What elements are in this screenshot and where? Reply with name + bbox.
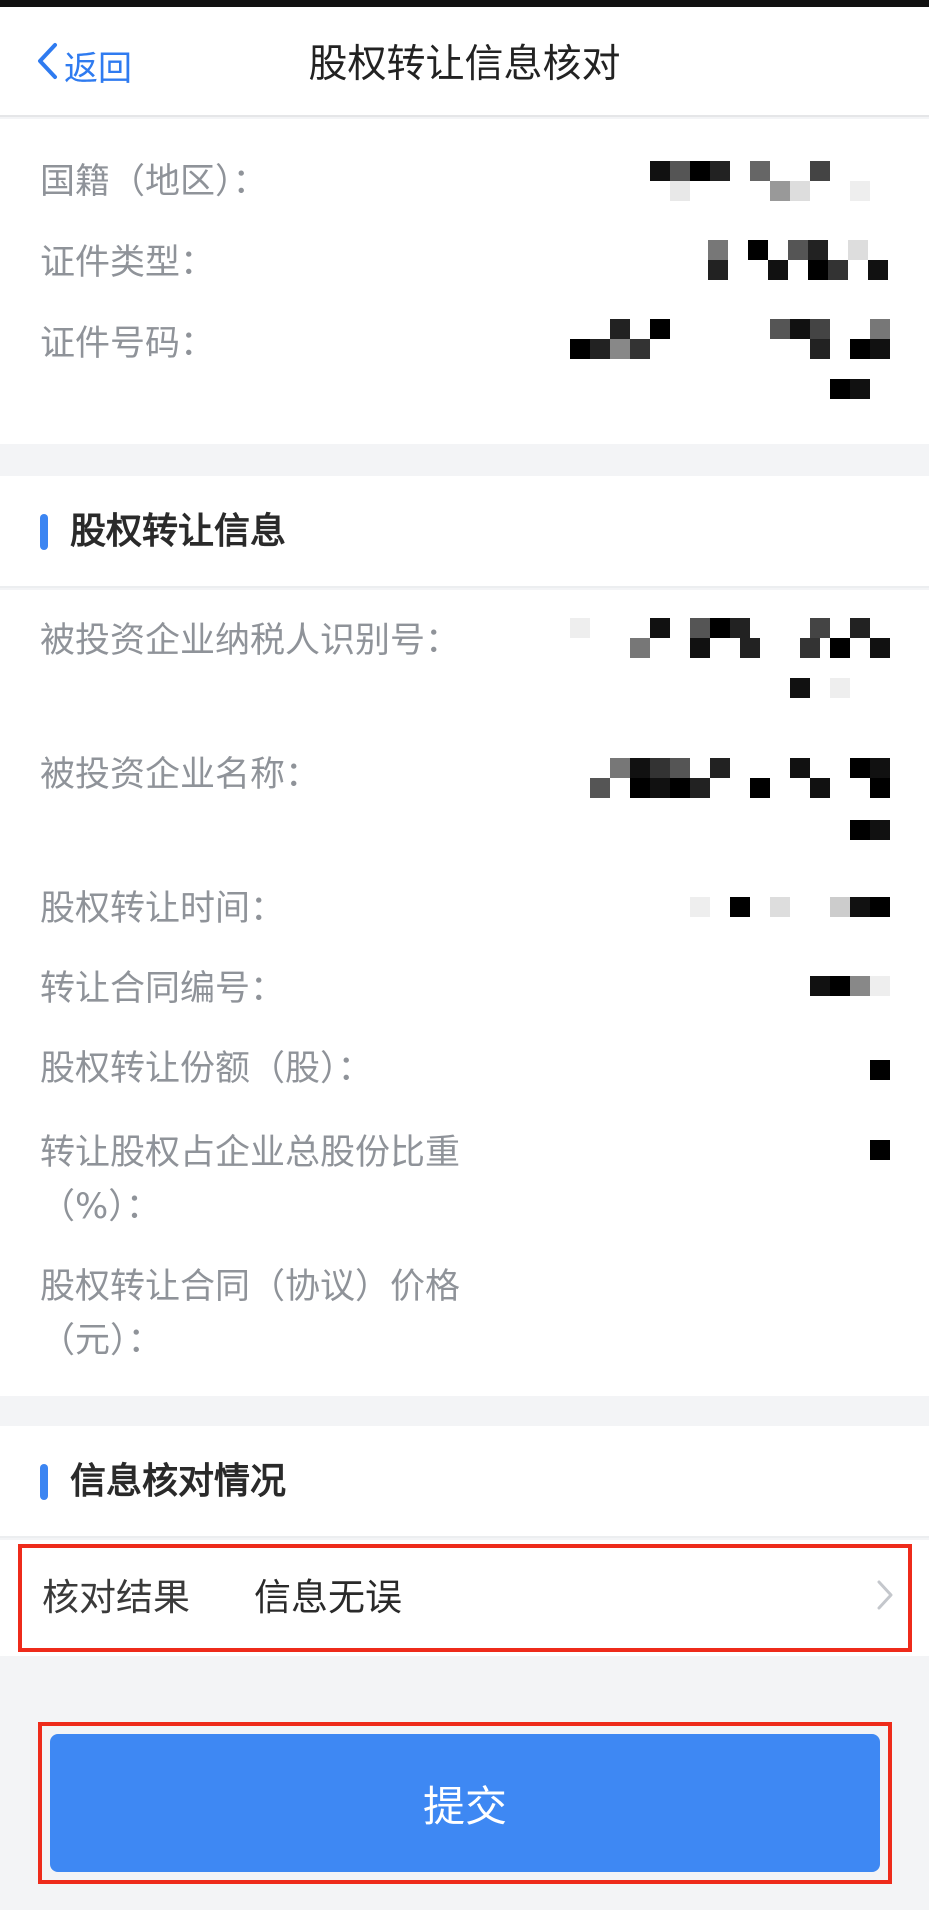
section-accent-bar	[40, 1464, 48, 1500]
personal-info-card: 国籍（地区）： 证件类型： 证件号码：	[0, 119, 929, 444]
transfer-info-card: 被投资企业纳税人识别号： 被投资企业名称： 股权转让时间： 转让合同编号： 股权…	[0, 590, 929, 1396]
contract-number-value-redacted	[810, 976, 890, 998]
submit-button-highlight: 提交	[38, 1722, 892, 1884]
status-strip	[0, 0, 929, 7]
field-label-company-name: 被投资企业名称：	[40, 755, 321, 795]
field-label-share-ratio-line2: （%）：	[40, 1187, 161, 1227]
section-header-transfer: 股权转让信息	[0, 476, 929, 588]
field-label-taxpayer-id: 被投资企业纳税人识别号：	[40, 621, 461, 661]
section-header-verification: 信息核对情况	[0, 1426, 929, 1538]
result-label: 核对结果	[42, 1576, 190, 1619]
field-label-contract-number: 转让合同编号：	[40, 969, 286, 1009]
company-name-value-redacted	[590, 758, 890, 840]
field-label-contract-price-line1: 股权转让合同（协议）价格	[40, 1267, 461, 1307]
section-title: 信息核对情况	[70, 1461, 287, 1502]
share-amount-value-redacted	[870, 1060, 890, 1080]
field-label-contract-price-line2: （元）：	[40, 1321, 163, 1361]
field-label-transfer-time: 股权转让时间：	[40, 889, 286, 929]
section-title: 股权转让信息	[70, 511, 287, 552]
id-type-value-redacted	[708, 240, 890, 282]
result-value: 信息无误	[254, 1576, 402, 1619]
transfer-time-value-redacted	[690, 897, 890, 919]
nationality-label: 国籍（地区）：	[40, 162, 268, 202]
nationality-value-redacted	[650, 161, 890, 221]
field-label-share-ratio-line1: 转让股权占企业总股份比重	[40, 1133, 461, 1173]
navigation-bar: 返回 股权转让信息核对	[0, 7, 929, 117]
submit-button[interactable]: 提交	[50, 1734, 880, 1872]
id-number-value-redacted	[570, 319, 890, 403]
id-number-label: 证件号码：	[40, 324, 216, 364]
taxpayer-id-value-redacted	[570, 618, 890, 698]
section-accent-bar	[40, 514, 48, 550]
share-ratio-value-redacted	[870, 1140, 890, 1160]
chevron-right-icon	[876, 1578, 894, 1616]
field-label-share-amount: 股权转让份额（股）：	[40, 1049, 373, 1089]
verification-result-row[interactable]: 核对结果 信息无误	[18, 1544, 912, 1652]
id-type-label: 证件类型：	[40, 243, 216, 283]
page-title: 股权转让信息核对	[308, 42, 621, 87]
